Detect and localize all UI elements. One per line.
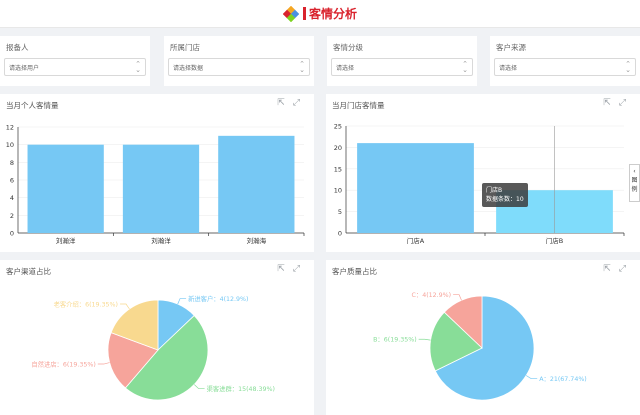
personal-bar-chart: 0 2 4 6 8 10 12 刘瀚洋 刘瀚洋 刘瀚海 xyxy=(6,124,305,245)
tooltip-value: 数据条数：10 xyxy=(486,196,524,203)
x-tick-label: 刘瀚洋 xyxy=(56,236,76,245)
label-leader-line xyxy=(453,294,462,301)
store-select[interactable]: 请选择数据 ⌃ ⌄ xyxy=(168,58,310,76)
y-tick-label: 15 xyxy=(334,165,342,173)
y-tick-label: 10 xyxy=(6,141,14,149)
bar xyxy=(122,144,200,233)
label-leader-line xyxy=(120,303,130,310)
label-leader-line xyxy=(525,375,538,380)
y-tick-label: 8 xyxy=(10,159,14,167)
reporter-select[interactable]: 请选择用户 ⌃ ⌄ xyxy=(4,58,146,76)
select-caret-icon: ⌃ ⌄ xyxy=(299,60,305,74)
filter-level: 客情分级 请选择 ⌃ ⌄ xyxy=(327,36,477,86)
panel-store-volume: 当月门店客情量 ⇱⤢ 0 5 10 15 20 25 门店A 门店B xyxy=(326,94,640,252)
tooltip-title: 门店B xyxy=(486,187,503,194)
chevron-left-icon: ‹ xyxy=(633,168,636,175)
select-caret-icon: ⌃ ⌄ xyxy=(625,60,631,74)
x-tick-label: 刘瀚海 xyxy=(247,236,267,245)
bar xyxy=(218,135,295,233)
filter-label: 所属门店 xyxy=(170,43,200,52)
source-select[interactable]: 请选择 ⌃ ⌄ xyxy=(494,58,636,76)
slice-label: B：6(19.35%) xyxy=(373,337,417,344)
x-tick-label: 刘瀚洋 xyxy=(151,236,171,245)
level-select[interactable]: 请选择 ⌃ ⌄ xyxy=(331,58,473,76)
filter-label: 客户来源 xyxy=(496,43,526,52)
store-bar-chart: 0 5 10 15 20 25 门店A 门店B xyxy=(334,123,625,245)
panel-personal-volume: 当月个人客情量 ⇱⤢ 0 2 4 6 8 10 12 刘瀚洋 刘瀚洋 刘瀚海 xyxy=(0,94,314,252)
slice-label: 自然进店：6(19.35%) xyxy=(31,359,95,368)
select-placeholder: 请选择用户 xyxy=(9,65,40,72)
filter-source: 客户来源 请选择 ⌃ ⌄ xyxy=(490,36,640,86)
legend-toggle-label: 图例 xyxy=(631,177,638,193)
y-tick-label: 0 xyxy=(10,230,14,238)
label-leader-line xyxy=(177,298,187,305)
label-leader-line xyxy=(193,384,205,389)
select-placeholder: 请选择 xyxy=(499,65,518,72)
select-caret-icon: ⌃ ⌄ xyxy=(135,60,141,74)
chart-tooltip: 门店B 数据条数：10 xyxy=(482,183,528,207)
x-tick-label: 门店A xyxy=(407,236,425,245)
filter-label: 报备人 xyxy=(6,43,29,52)
legend-toggle-handle[interactable]: ‹ 图例 xyxy=(629,164,640,202)
x-tick-label: 门店B xyxy=(546,236,563,245)
y-tick-label: 5 xyxy=(338,208,342,216)
bar xyxy=(357,143,474,233)
slice-label: A：21(67.74%) xyxy=(539,376,587,383)
slice-label: 老客介绍：6(19.35%) xyxy=(54,299,118,308)
filter-store: 所属门店 请选择数据 ⌃ ⌄ xyxy=(164,36,314,86)
slice-label: C：4(12.9%) xyxy=(412,292,452,299)
y-tick-label: 6 xyxy=(10,177,14,185)
select-caret-icon: ⌃ ⌄ xyxy=(462,60,468,74)
bar xyxy=(27,144,104,233)
label-leader-line xyxy=(97,362,110,365)
y-tick-label: 12 xyxy=(6,124,14,132)
app-logo-icon xyxy=(282,5,299,22)
y-tick-label: 2 xyxy=(10,212,14,220)
filter-label: 客情分级 xyxy=(333,43,363,52)
label-leader-line xyxy=(418,338,431,341)
channel-pie-chart: 新进客户：4(12.9%) 渠客进群：15(48.39%) 自然进店：6(19.35… xyxy=(31,294,275,401)
panel-quality-share: 客户质量占比 ⇱⤢ A：21(67.74%) B：6(19.35%) C：4(12.… xyxy=(326,260,640,415)
quality-pie-chart: A：21(67.74%) B：6(19.35%) C：4(12.9%) xyxy=(373,292,587,401)
y-tick-label: 20 xyxy=(334,144,342,152)
slice-label: 新进客户：4(12.9%) xyxy=(188,294,248,303)
y-tick-label: 4 xyxy=(10,194,14,202)
title-accent xyxy=(302,7,306,20)
y-tick-label: 25 xyxy=(334,123,342,131)
filter-reporter: 报备人 请选择用户 ⌃ ⌄ xyxy=(0,36,150,86)
slice-label: 渠客进群：15(48.39%) xyxy=(207,384,275,393)
select-placeholder: 请选择 xyxy=(336,65,355,72)
select-placeholder: 请选择数据 xyxy=(173,65,204,72)
page-title: 客情分析 xyxy=(308,7,357,21)
y-tick-label: 0 xyxy=(338,230,342,238)
y-tick-label: 10 xyxy=(334,187,342,195)
header-bar: 客情分析 xyxy=(0,0,640,28)
panel-channel-share: 客户渠道占比 ⇱⤢ 新进客户：4(12.9%) 渠客进群：15(48.39%) 自然… xyxy=(0,260,314,415)
